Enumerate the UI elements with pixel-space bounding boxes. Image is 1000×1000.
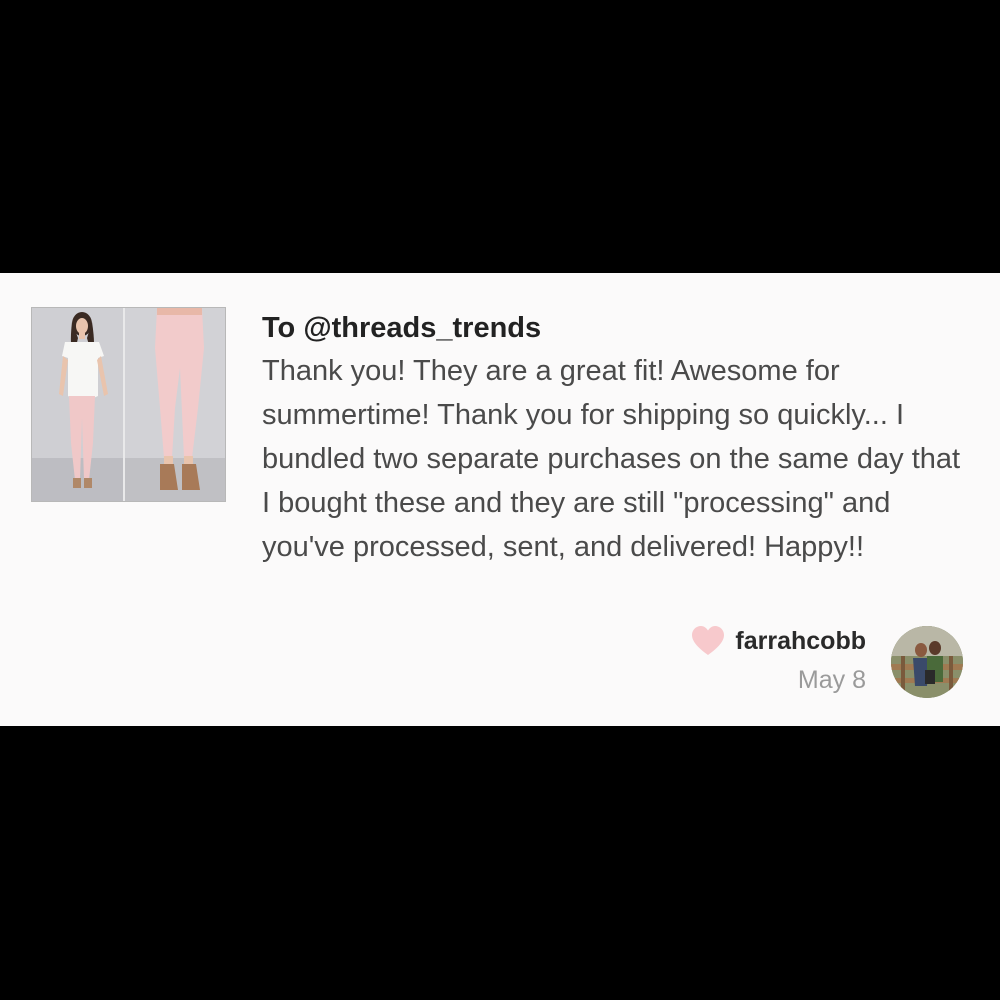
review-text: Thank you! They are a great fit! Awesome…	[262, 355, 961, 563]
heart-icon[interactable]	[691, 625, 725, 657]
author-row: farrahcobb	[691, 625, 866, 657]
review-card: To @threads_trends Thank you! They are a…	[0, 273, 1000, 726]
product-image-svg	[32, 308, 225, 501]
review-recipient[interactable]: To @threads_trends	[262, 307, 962, 349]
review-date: May 8	[797, 666, 866, 694]
avatar[interactable]	[891, 626, 963, 698]
review-body: To @threads_trends Thank you! They are a…	[262, 307, 962, 569]
avatar-image-svg	[891, 626, 963, 698]
author-username[interactable]: farrahcobb	[735, 627, 866, 656]
product-thumbnail[interactable]	[31, 307, 226, 502]
